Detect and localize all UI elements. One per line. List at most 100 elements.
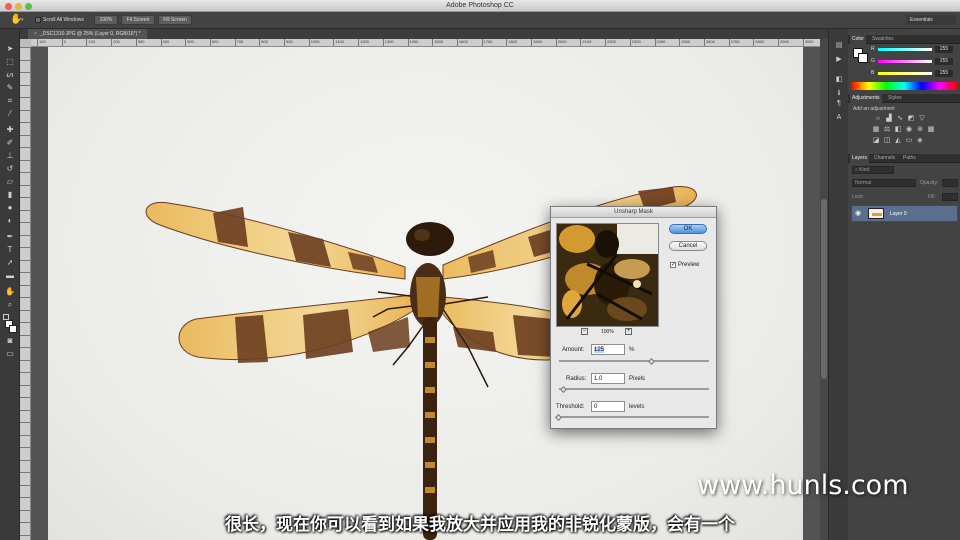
- radius-slider-track[interactable]: [559, 388, 709, 390]
- eraser-tool-icon[interactable]: ▱: [3, 176, 17, 187]
- ok-button[interactable]: OK: [669, 224, 707, 234]
- paragraph-panel-icon[interactable]: ¶: [833, 99, 845, 109]
- levels-icon[interactable]: ▟: [885, 115, 893, 123]
- background-color-chip[interactable]: [858, 53, 868, 63]
- lasso-tool-icon[interactable]: ᔕ: [3, 69, 17, 80]
- healing-brush-tool-icon[interactable]: ✚: [3, 124, 17, 135]
- invert-icon[interactable]: ◪: [872, 137, 880, 145]
- pen-tool-icon[interactable]: ✒: [3, 231, 17, 242]
- green-value-field[interactable]: 255: [935, 58, 953, 65]
- tab-styles[interactable]: Styles: [886, 94, 904, 103]
- close-tab-icon[interactable]: ×: [34, 31, 37, 37]
- layer-row-layer-0[interactable]: ◉ Layer 0: [851, 205, 958, 222]
- canvas-vertical-scrollbar[interactable]: [820, 39, 828, 540]
- red-slider[interactable]: [878, 48, 932, 51]
- history-panel-icon[interactable]: ▤: [833, 41, 845, 51]
- ruler-tick: 2500: [679, 39, 690, 46]
- vibrance-icon[interactable]: ▽: [918, 115, 926, 123]
- preview-closeup-image: [557, 224, 658, 326]
- brush-tool-icon[interactable]: ✐: [3, 137, 17, 148]
- layer-name[interactable]: Layer 0: [890, 211, 907, 217]
- red-value-field[interactable]: 255: [935, 46, 953, 53]
- preview-zoom-in-button[interactable]: +: [625, 328, 632, 335]
- color-spectrum-ramp[interactable]: [851, 82, 957, 90]
- tab-layers[interactable]: Layers: [850, 154, 870, 163]
- blue-value-field[interactable]: 255: [935, 70, 953, 77]
- color-lookup-icon[interactable]: ▩: [927, 126, 935, 134]
- radius-input[interactable]: 1.0: [591, 373, 625, 384]
- quick-mask-icon[interactable]: ◙: [3, 335, 17, 346]
- amount-slider-track[interactable]: [559, 360, 709, 362]
- horizontal-ruler[interactable]: 100 0 100 200 300 400 500 600 700 800 900 1000 1100 1…: [31, 39, 820, 47]
- radius-slider-knob[interactable]: [559, 385, 567, 394]
- scrollbar-thumb[interactable]: [821, 199, 827, 379]
- gradient-tool-icon[interactable]: ▮: [3, 189, 17, 200]
- panel-icon-strip: ▤ ▶ ◧ ℹ A ¶ A: [828, 29, 848, 540]
- fit-screen-button[interactable]: Fit Screen: [121, 15, 155, 25]
- blur-tool-icon[interactable]: ●: [3, 202, 17, 213]
- channel-mixer-icon[interactable]: ⊛: [916, 126, 924, 134]
- zoom-tool-icon[interactable]: ⌕: [3, 299, 17, 310]
- threshold-slider-track[interactable]: [559, 416, 709, 418]
- threshold-input[interactable]: 0: [591, 401, 625, 412]
- screen-mode-icon[interactable]: ▭: [3, 348, 17, 359]
- green-slider[interactable]: [878, 60, 932, 63]
- crop-tool-icon[interactable]: ⌗: [3, 95, 17, 106]
- quick-selection-tool-icon[interactable]: ✎: [3, 82, 17, 93]
- brightness-contrast-icon[interactable]: ☼: [874, 115, 882, 123]
- color-red-row: R 255: [871, 46, 956, 53]
- preview-zoom-out-button[interactable]: −: [581, 328, 588, 335]
- vertical-ruler[interactable]: [20, 47, 31, 540]
- move-tool-icon[interactable]: ➤: [3, 43, 17, 54]
- tab-swatches[interactable]: Swatches: [870, 35, 896, 44]
- curves-icon[interactable]: ∿: [896, 115, 904, 123]
- marquee-tool-icon[interactable]: ⬚: [3, 56, 17, 67]
- clone-stamp-tool-icon[interactable]: ⊥: [3, 150, 17, 161]
- blend-mode-select[interactable]: Normal: [852, 179, 916, 187]
- color-balance-icon[interactable]: ⚖: [883, 126, 891, 134]
- ruler-origin[interactable]: [20, 39, 31, 47]
- selective-color-icon[interactable]: ◈: [916, 137, 924, 145]
- info-panel-icon[interactable]: ℹ: [833, 89, 845, 99]
- tab-channels[interactable]: Channels: [872, 154, 897, 163]
- cancel-button[interactable]: Cancel: [669, 241, 707, 251]
- preview-checkbox[interactable]: ✓: [670, 262, 676, 268]
- exposure-icon[interactable]: ◩: [907, 115, 915, 123]
- hand-tool-icon[interactable]: ✋: [3, 286, 17, 297]
- workspace-switcher[interactable]: Essentials: [906, 15, 956, 25]
- threshold-icon[interactable]: ◭: [894, 137, 902, 145]
- type-panel-icon[interactable]: A: [833, 113, 845, 123]
- hue-saturation-icon[interactable]: ▦: [872, 126, 880, 134]
- eyedropper-tool-icon[interactable]: ⁄: [3, 108, 17, 119]
- posterize-icon[interactable]: ◫: [883, 137, 891, 145]
- dodge-tool-icon[interactable]: ◐: [3, 215, 17, 226]
- tool-preset-chevron-icon[interactable]: ▾: [21, 17, 24, 23]
- document-tab[interactable]: × _DSC1310.JPG @ 25% (Layer 0, RGB/16*) *: [28, 29, 147, 39]
- properties-panel-icon[interactable]: ◧: [833, 75, 845, 85]
- tab-color[interactable]: Color: [850, 35, 866, 44]
- tab-paths[interactable]: Paths: [901, 154, 918, 163]
- blue-slider[interactable]: [878, 72, 932, 75]
- fill-screen-button[interactable]: Fill Screen: [158, 15, 192, 25]
- photo-filter-icon[interactable]: ◉: [905, 126, 913, 134]
- opacity-field[interactable]: [942, 179, 958, 187]
- scroll-all-windows-checkbox[interactable]: [35, 17, 41, 23]
- rectangle-tool-icon[interactable]: ▬: [3, 270, 17, 281]
- color-panel-tabs: Color Swatches: [848, 35, 960, 44]
- background-color-swatch[interactable]: [9, 325, 17, 333]
- type-tool-icon[interactable]: T: [3, 244, 17, 255]
- actions-panel-icon[interactable]: ▶: [833, 55, 845, 65]
- gradient-map-icon[interactable]: ▭: [905, 137, 913, 145]
- path-selection-tool-icon[interactable]: ➚: [3, 257, 17, 268]
- fill-field[interactable]: [942, 193, 958, 201]
- tab-adjustments[interactable]: Adjustments: [850, 94, 882, 103]
- history-brush-tool-icon[interactable]: ↺: [3, 163, 17, 174]
- black-white-icon[interactable]: ◧: [894, 126, 902, 134]
- zoom-100-button[interactable]: 100%: [94, 15, 118, 25]
- layer-filter-kind[interactable]: ⌕ Kind: [852, 166, 894, 174]
- watermark: www.hunls.com: [697, 470, 909, 501]
- amount-input[interactable]: 125: [591, 344, 625, 355]
- ruler-tick: 2100: [580, 39, 591, 46]
- filter-preview[interactable]: [556, 223, 659, 327]
- layer-visibility-eye-icon[interactable]: ◉: [855, 209, 861, 217]
